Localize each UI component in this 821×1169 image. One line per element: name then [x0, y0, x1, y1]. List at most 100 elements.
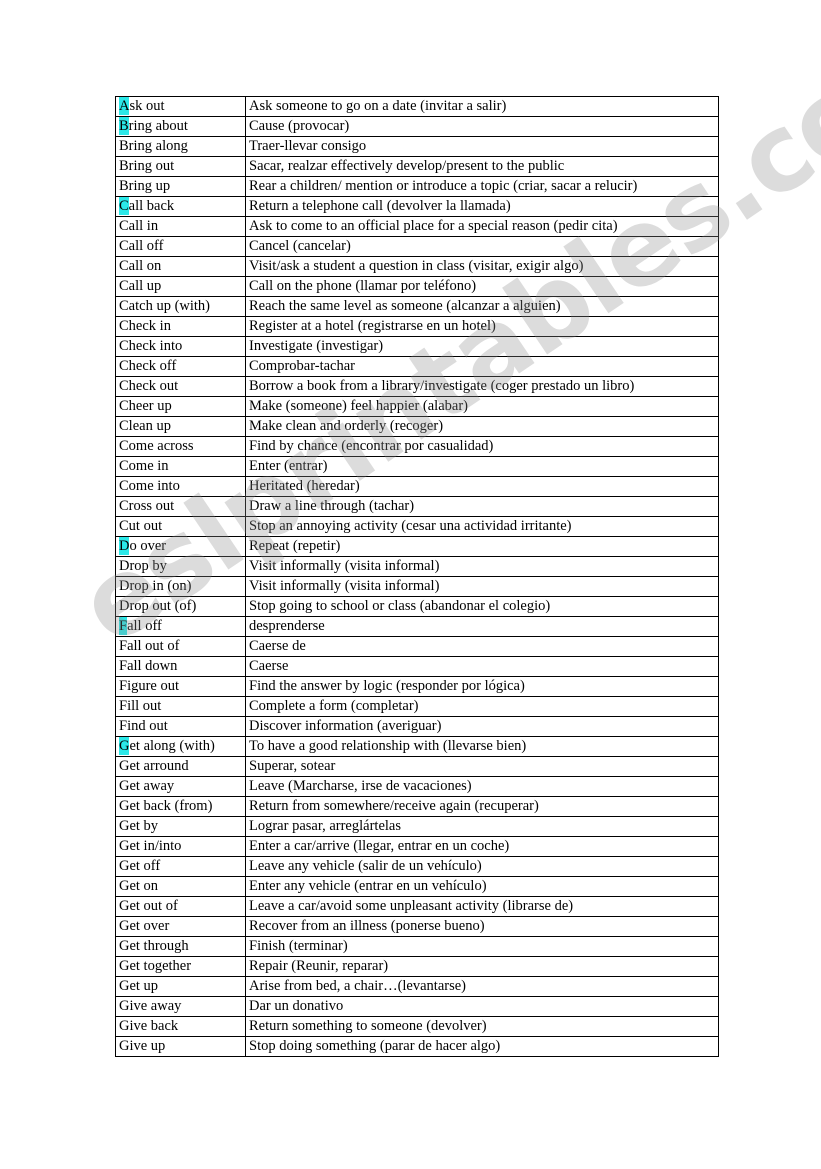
- phrasal-verb-cell: Call off: [115, 236, 246, 257]
- phrasal-verb-cell: Come in: [115, 456, 246, 477]
- meaning-cell: Reach the same level as someone (alcanza…: [245, 296, 719, 317]
- meaning-cell: Enter any vehicle (entrar en un vehículo…: [245, 876, 719, 897]
- meaning-cell: Register at a hotel (registrarse en un h…: [245, 316, 719, 337]
- meaning-cell: Stop going to school or class (abandonar…: [245, 596, 719, 617]
- meaning-cell: Return a telephone call (devolver la lla…: [245, 196, 719, 217]
- phrasal-verb-cell: Fall out of: [115, 636, 246, 657]
- table-row: Check in Register at a hotel (registrarse…: [115, 316, 719, 337]
- meaning-cell: Return something to someone (devolver): [245, 1016, 719, 1037]
- table-row: Fall off desprenderse: [115, 616, 719, 637]
- phrasal-verb-cell: Check off: [115, 356, 246, 377]
- table-row: Fill out Complete a form (completar): [115, 696, 719, 717]
- phrasal-verb-cell: Get through: [115, 936, 246, 957]
- table-row: Give up Stop doing something (parar de ha…: [115, 1036, 719, 1057]
- phrasal-verb-cell: Come into: [115, 476, 246, 497]
- table-row: Drop in (on) Visit informally (visita inf…: [115, 576, 719, 597]
- meaning-cell: Investigate (investigar): [245, 336, 719, 357]
- phrasal-verb-cell: Call on: [115, 256, 246, 277]
- highlight-mark: G: [119, 737, 130, 755]
- phrasal-verb-cell: Clean up: [115, 416, 246, 437]
- meaning-cell: Leave a car/avoid some unpleasant activi…: [245, 896, 719, 917]
- phrasal-verb-cell: Drop in (on): [115, 576, 246, 597]
- meaning-cell: Return from somewhere/receive again (rec…: [245, 796, 719, 817]
- table-row: Cheer up Make (someone) feel happier (ala…: [115, 396, 719, 417]
- highlight-mark: D: [119, 537, 130, 555]
- table-row: Bring along Traer-llevar consigo: [115, 136, 719, 157]
- table-row: Get out of Leave a car/avoid some unpleas…: [115, 896, 719, 917]
- phrasal-verb-cell: Get over: [115, 916, 246, 937]
- phrasal-verb-cell: Get up: [115, 976, 246, 997]
- table-row: Do over Repeat (repetir): [115, 536, 719, 557]
- table-row: Bring out Sacar, realzar effectively deve…: [115, 156, 719, 177]
- meaning-cell: Find the answer by logic (responder por …: [245, 676, 719, 697]
- phrasal-verb-cell: Call up: [115, 276, 246, 297]
- table-row: Ask out Ask someone to go on a date (invi…: [115, 96, 719, 117]
- meaning-cell: Call on the phone (llamar por teléfono): [245, 276, 719, 297]
- table-row: Give back Return something to someone (de…: [115, 1016, 719, 1037]
- meaning-cell: Repeat (repetir): [245, 536, 719, 557]
- table-row: Call back Return a telephone call (devolv…: [115, 196, 719, 217]
- table-row: Get back (from) Return from somewhere/rec…: [115, 796, 719, 817]
- highlight-mark: C: [119, 197, 129, 215]
- phrasal-verb-cell: Drop out (of): [115, 596, 246, 617]
- phrasal-verb-cell: Bring up: [115, 176, 246, 197]
- table-row: Bring about Cause (provocar): [115, 116, 719, 137]
- table-row: Check off Comprobar-tachar: [115, 356, 719, 377]
- meaning-cell: Traer-llevar consigo: [245, 136, 719, 157]
- phrasal-verbs-table-container: Ask out Ask someone to go on a date (invi…: [115, 96, 719, 1057]
- meaning-cell: Discover information (averiguar): [245, 716, 719, 737]
- table-row: Drop out (of) Stop going to school or cla…: [115, 596, 719, 617]
- table-row: Get off Leave any vehicle (salir de un ve…: [115, 856, 719, 877]
- meaning-cell: Recover from an illness (ponerse bueno): [245, 916, 719, 937]
- meaning-cell: Caerse: [245, 656, 719, 677]
- phrasal-verb-cell: Get away: [115, 776, 246, 797]
- table-row: Get on Enter any vehicle (entrar en un ve…: [115, 876, 719, 897]
- meaning-cell: Finish (terminar): [245, 936, 719, 957]
- table-row: Call in Ask to come to an official place …: [115, 216, 719, 237]
- meaning-cell: Visit informally (visita informal): [245, 556, 719, 577]
- phrasal-verb-cell: Fall off: [115, 616, 246, 637]
- phrasal-verbs-table-body: Ask out Ask someone to go on a date (invi…: [115, 96, 719, 1057]
- phrasal-verbs-table: Ask out Ask someone to go on a date (invi…: [115, 96, 719, 1057]
- highlight-mark: F: [119, 617, 128, 635]
- meaning-cell: Superar, sotear: [245, 756, 719, 777]
- phrasal-verb-cell: Check in: [115, 316, 246, 337]
- phrasal-verb-cell: Get along (with): [115, 736, 246, 757]
- meaning-cell: Heritated (heredar): [245, 476, 719, 497]
- meaning-cell: Caerse de: [245, 636, 719, 657]
- table-row: Drop by Visit informally (visita informal…: [115, 556, 719, 577]
- meaning-cell: Rear a children/ mention or introduce a …: [245, 176, 719, 197]
- table-row: Get up Arise from bed, a chair…(levantars…: [115, 976, 719, 997]
- meaning-cell: Ask to come to an official place for a s…: [245, 216, 719, 237]
- table-row: Get by Lograr pasar, arreglártelas: [115, 816, 719, 837]
- phrasal-verb-cell: Get arround: [115, 756, 246, 777]
- phrasal-verb-cell: Check into: [115, 336, 246, 357]
- phrasal-verb-cell: Get out of: [115, 896, 246, 917]
- table-row: Find out Discover information (averiguar): [115, 716, 719, 737]
- phrasal-verb-cell: Give back: [115, 1016, 246, 1037]
- phrasal-verb-cell: Cross out: [115, 496, 246, 517]
- meaning-cell: Enter a car/arrive (llegar, entrar en un…: [245, 836, 719, 857]
- phrasal-verb-cell: Catch up (with): [115, 296, 246, 317]
- meaning-cell: To have a good relationship with (llevar…: [245, 736, 719, 757]
- meaning-cell: Enter (entrar): [245, 456, 719, 477]
- table-row: Bring up Rear a children/ mention or intr…: [115, 176, 719, 197]
- table-row: Fall down Caerse: [115, 656, 719, 677]
- table-row: Call off Cancel (cancelar): [115, 236, 719, 257]
- table-row: Fall out of Caerse de: [115, 636, 719, 657]
- phrasal-verb-cell: Find out: [115, 716, 246, 737]
- phrasal-verb-cell: Cut out: [115, 516, 246, 537]
- table-row: Call on Visit/ask a student a question in…: [115, 256, 719, 277]
- meaning-cell: Visit informally (visita informal): [245, 576, 719, 597]
- phrasal-verb-cell: Get on: [115, 876, 246, 897]
- meaning-cell: Ask someone to go on a date (invitar a s…: [245, 96, 719, 117]
- meaning-cell: Sacar, realzar effectively develop/prese…: [245, 156, 719, 177]
- meaning-cell: Make (someone) feel happier (alabar): [245, 396, 719, 417]
- table-row: Come across Find by chance (encontrar por…: [115, 436, 719, 457]
- phrasal-verb-cell: Come across: [115, 436, 246, 457]
- table-row: Get together Repair (Reunir, reparar): [115, 956, 719, 977]
- highlight-mark: B: [119, 117, 129, 135]
- meaning-cell: Complete a form (completar): [245, 696, 719, 717]
- phrasal-verb-cell: Fall down: [115, 656, 246, 677]
- table-row: Get along (with) To have a good relations…: [115, 736, 719, 757]
